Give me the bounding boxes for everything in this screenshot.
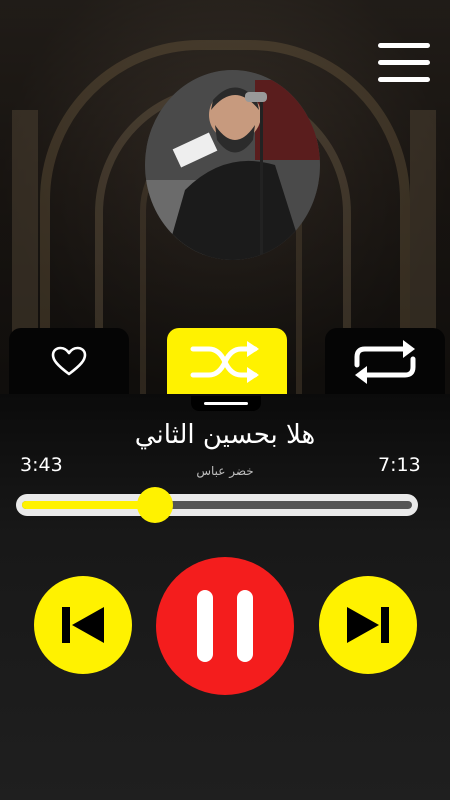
pause-icon <box>197 590 253 662</box>
previous-button[interactable] <box>34 576 132 674</box>
hamburger-menu-icon-bar <box>378 60 430 65</box>
hamburger-menu-icon <box>378 43 430 48</box>
tab-repeat[interactable] <box>325 328 445 396</box>
album-cover <box>145 70 320 260</box>
skip-next-icon <box>347 607 389 643</box>
total-time: 7:13 <box>378 454 421 476</box>
seek-bar-thumb[interactable] <box>136 487 173 523</box>
repeat-icon <box>354 340 416 384</box>
hamburger-menu-icon-bar <box>378 77 430 82</box>
track-title: هلا بحسين الثاني <box>134 420 316 450</box>
current-time: 3:43 <box>20 454 63 476</box>
menu-button[interactable] <box>372 38 436 88</box>
pause-button[interactable] <box>156 557 294 695</box>
next-button[interactable] <box>319 576 417 674</box>
tab-shuffle[interactable] <box>167 328 287 396</box>
heart-icon <box>51 346 87 376</box>
seek-bar-progress <box>22 501 155 509</box>
seek-bar[interactable] <box>16 487 418 523</box>
drag-handle-icon <box>204 402 248 405</box>
panel-drag-handle[interactable] <box>191 396 261 411</box>
skip-previous-icon <box>62 607 104 643</box>
shuffle-icon <box>190 341 259 383</box>
tab-favorite[interactable] <box>9 328 129 396</box>
